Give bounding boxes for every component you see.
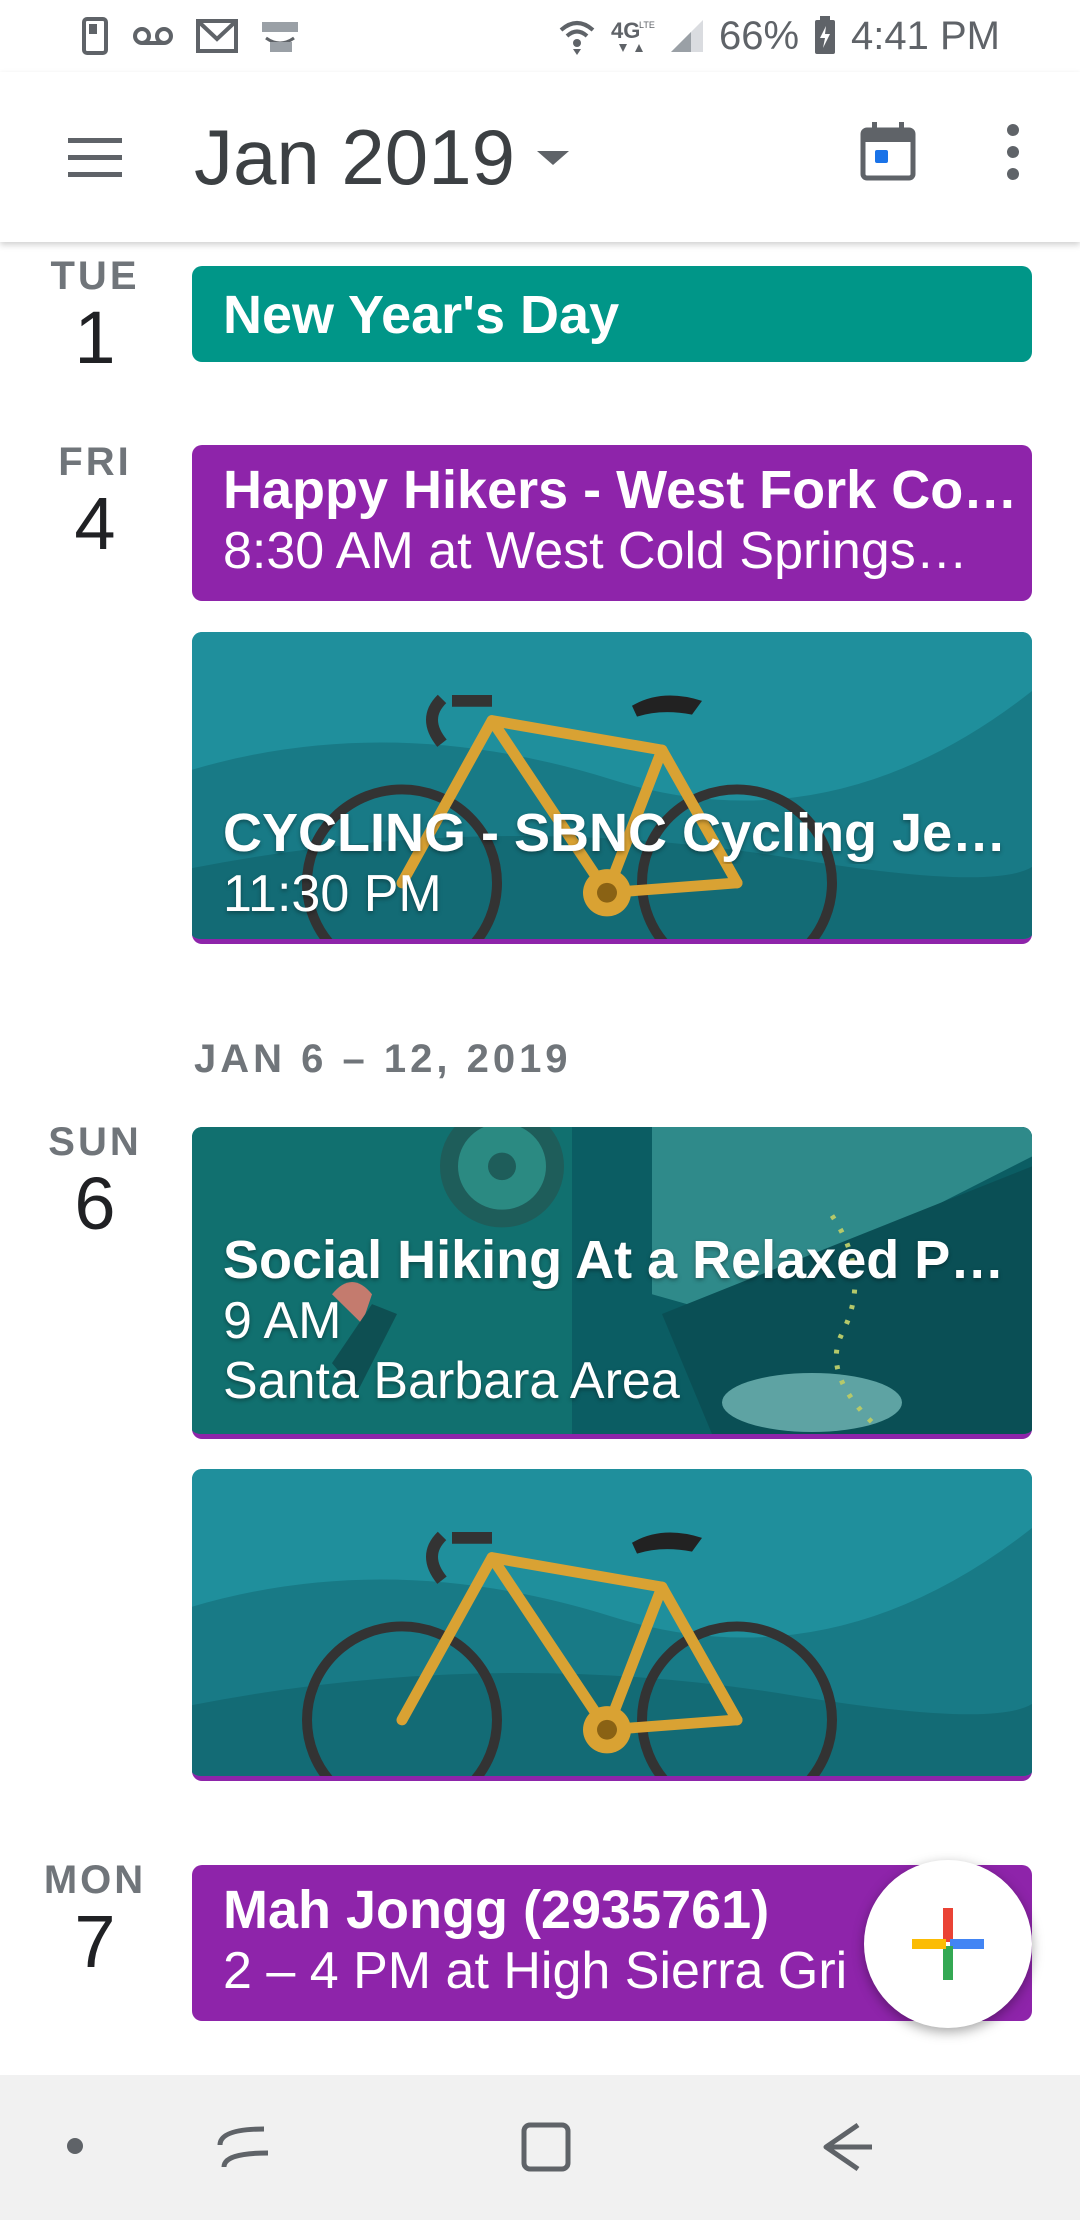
gmail-icon bbox=[196, 19, 238, 53]
month-selector[interactable]: Jan 2019 bbox=[194, 112, 569, 203]
back-button[interactable] bbox=[818, 2119, 878, 2180]
battery-icon bbox=[815, 16, 836, 54]
signal-icon bbox=[670, 20, 703, 52]
event-social-hiking[interactable]: Social Hiking At a Relaxed Pa… 9 AM Sant… bbox=[192, 1127, 1032, 1439]
svg-text:LTE: LTE bbox=[639, 20, 655, 30]
notification-icons bbox=[80, 16, 300, 56]
menu-button[interactable] bbox=[60, 130, 130, 186]
plus-icon bbox=[912, 1908, 984, 1980]
day-of-week: TUE bbox=[50, 254, 140, 298]
lte-icon: 4GLTE bbox=[611, 18, 655, 52]
event-title: Social Hiking At a Relaxed Pa… bbox=[223, 1230, 1020, 1290]
app-bar: Jan 2019 bbox=[0, 72, 1080, 242]
create-event-fab[interactable] bbox=[864, 1860, 1032, 2028]
day-of-week: MON bbox=[43, 1858, 147, 1902]
day-of-week: SUN bbox=[48, 1120, 142, 1164]
event-title: Happy Hikers - West Fork Col… bbox=[223, 460, 1020, 520]
id-card-icon bbox=[82, 17, 108, 55]
event-location: Santa Barbara Area bbox=[223, 1352, 680, 1410]
day-label-mon-7[interactable]: MON 7 bbox=[0, 1858, 190, 1979]
wifi-icon bbox=[559, 21, 595, 55]
agenda-list[interactable]: TUE 1 New Year's Day FRI 4 Happy Hikers … bbox=[0, 242, 1080, 2075]
voicemail-icon bbox=[133, 27, 173, 45]
today-calendar-icon bbox=[860, 122, 916, 181]
today-button[interactable] bbox=[860, 122, 916, 182]
event-cycling-tour-de-sb[interactable] bbox=[192, 1469, 1032, 1781]
day-number: 6 bbox=[74, 1162, 116, 1245]
svg-text:4G: 4G bbox=[611, 18, 640, 43]
event-time-location: 8:30 AM at West Cold Springs… bbox=[223, 522, 968, 580]
more-vert-icon bbox=[1007, 124, 1019, 180]
event-time: 11:30 PM bbox=[223, 865, 442, 923]
recent-apps-button[interactable] bbox=[216, 2123, 272, 2178]
amazon-icon bbox=[262, 22, 298, 52]
event-cycling-sbnc-jersey[interactable]: CYCLING - SBNC Cycling Jers… 11:30 PM bbox=[192, 632, 1032, 944]
dot-icon bbox=[67, 2138, 83, 2154]
day-of-week: FRI bbox=[58, 440, 132, 484]
status-bar: 4G LTE 66% 4:41 PM bbox=[0, 0, 1080, 72]
day-number: 7 bbox=[74, 1900, 116, 1983]
day-label-sun-6[interactable]: SUN 6 bbox=[0, 1120, 190, 1241]
event-title: CYCLING - SBNC Cycling Jers… bbox=[223, 803, 1020, 863]
system-indicators: 4G LTE 66% 4:41 PM bbox=[557, 14, 1000, 59]
event-time: 9 AM bbox=[223, 1292, 342, 1350]
menu-icon bbox=[68, 138, 122, 177]
day-number: 1 bbox=[74, 296, 116, 379]
battery-percent: 66% bbox=[718, 13, 800, 58]
day-label-tue-1[interactable]: TUE 1 bbox=[0, 254, 190, 375]
event-happy-hikers[interactable]: Happy Hikers - West Fork Col… 8:30 AM at… bbox=[192, 445, 1032, 601]
month-title: Jan 2019 bbox=[194, 113, 515, 201]
event-title: New Year's Day bbox=[223, 285, 620, 345]
system-nav-bar bbox=[0, 2075, 1080, 2220]
home-button[interactable] bbox=[518, 2119, 574, 2180]
dropdown-arrow-icon bbox=[536, 150, 569, 165]
bicycle-illustration bbox=[192, 1469, 1032, 1776]
recent-apps-icon bbox=[217, 2126, 269, 2168]
more-options-button[interactable] bbox=[990, 120, 1036, 184]
event-new-years-day[interactable]: New Year's Day bbox=[192, 266, 1032, 362]
nav-dot-button[interactable] bbox=[60, 2131, 90, 2166]
home-icon bbox=[521, 2122, 571, 2172]
week-header: JAN 6 – 12, 2019 bbox=[194, 1037, 572, 1081]
day-label-fri-4[interactable]: FRI 4 bbox=[0, 440, 190, 561]
clock: 4:41 PM bbox=[851, 13, 1000, 58]
day-number: 4 bbox=[74, 482, 116, 565]
back-icon bbox=[823, 2122, 872, 2172]
